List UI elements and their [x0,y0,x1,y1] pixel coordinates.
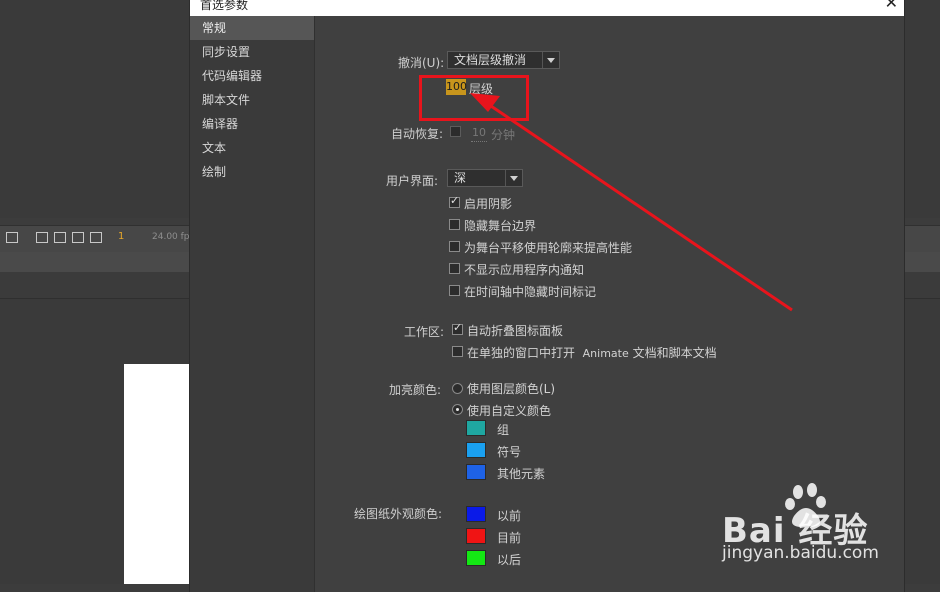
arrow-shaft [487,102,793,312]
watermark-url: jingyan.baidu.com [722,543,879,563]
